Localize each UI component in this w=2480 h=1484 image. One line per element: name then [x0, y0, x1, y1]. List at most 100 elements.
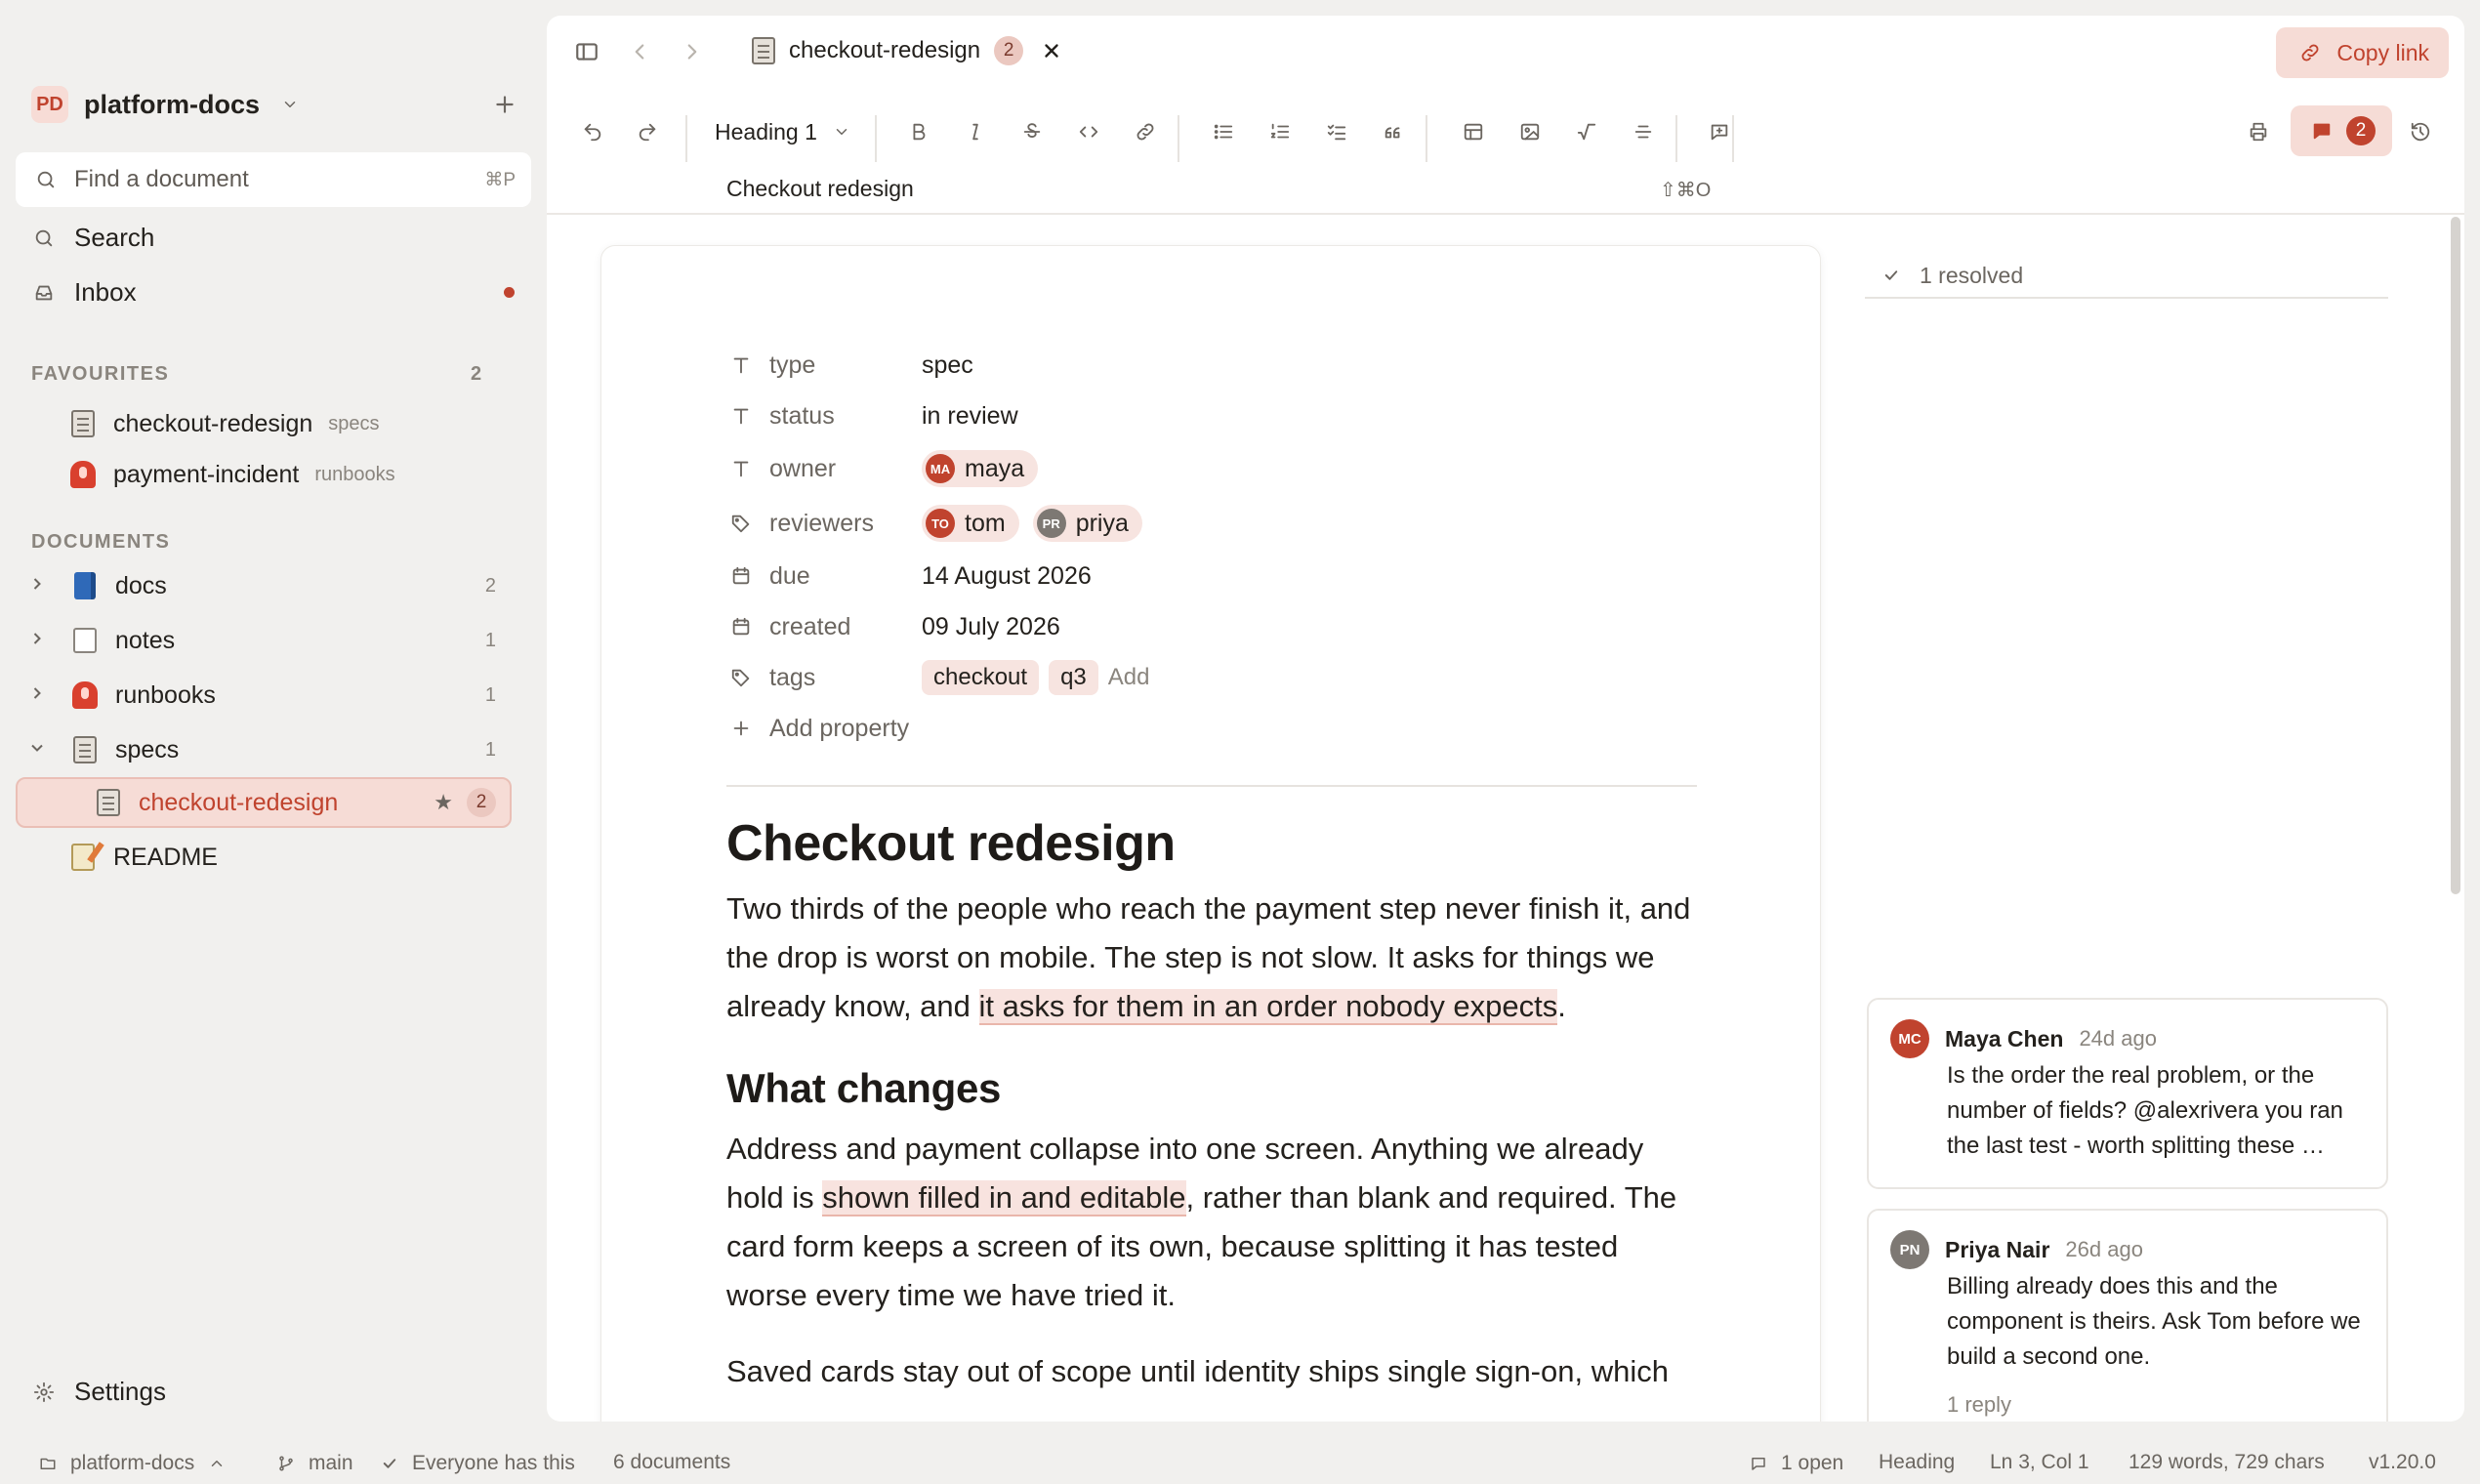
undo-icon[interactable] [570, 109, 615, 154]
favourites-heading: FAVOURITES [31, 363, 170, 385]
avatar: PR [1036, 509, 1066, 538]
favourite-item-label: payment-incident [113, 460, 300, 488]
commented-highlight[interactable]: shown filled in and editable [822, 1180, 1186, 1216]
comment-author: Maya Chen [1945, 1025, 2064, 1051]
comment-thread[interactable]: PN Priya Nair 26d ago Billing already do… [1867, 1209, 2388, 1422]
document-page: type spec status in review owner MA maya … [601, 246, 1820, 1422]
folder-count: 1 [484, 629, 496, 651]
tab-checkout-redesign[interactable]: checkout-redesign 2 [738, 25, 1080, 76]
spec-doc-icon [752, 37, 775, 64]
tag-icon [726, 663, 756, 692]
toolbar-divider [1178, 115, 1179, 162]
comments-toggle-button[interactable]: 2 [2291, 105, 2392, 156]
numbered-list-icon[interactable] [1258, 109, 1302, 154]
nav-inbox[interactable]: Inbox [29, 277, 137, 308]
search-icon [29, 224, 59, 253]
back-arrow-icon[interactable] [625, 37, 654, 66]
siren-icon [68, 460, 98, 489]
property-key: reviewers [769, 509, 874, 537]
folder-specs[interactable]: specs 1 [16, 724, 512, 775]
person-chip[interactable]: TO tom [922, 505, 1019, 542]
property-row-owner[interactable]: owner MA maya [726, 447, 1697, 490]
document-body[interactable]: Checkout redesign Two thirds of the peop… [726, 812, 1703, 1396]
status-cursor-position: Ln 3, Col 1 [1990, 1451, 2089, 1473]
favourite-item[interactable]: checkout-redesign specs [16, 398, 512, 449]
new-document-plus-icon[interactable] [490, 90, 519, 119]
settings-button[interactable]: Settings [29, 1377, 166, 1407]
add-tag-button[interactable]: Add [1108, 664, 1150, 691]
find-document-input[interactable]: Find a document ⌘P [16, 152, 531, 207]
memo-icon [68, 843, 98, 872]
star-icon[interactable]: ★ [434, 790, 453, 815]
copy-link-button[interactable]: Copy link [2276, 27, 2449, 78]
scrollbar[interactable] [2451, 217, 2460, 894]
redo-icon[interactable] [625, 109, 670, 154]
text-type-icon [726, 401, 756, 431]
bold-icon[interactable] [896, 109, 941, 154]
print-icon[interactable] [2236, 109, 2281, 154]
property-row-due[interactable]: due 14 August 2026 [726, 555, 1697, 598]
breadcrumb-title[interactable]: Checkout redesign [726, 176, 914, 202]
status-share[interactable]: Everyone has this [375, 1449, 575, 1478]
bullet-list-icon[interactable] [1201, 109, 1246, 154]
status-document-count: 6 documents [613, 1451, 731, 1473]
checklist-icon[interactable] [1314, 109, 1359, 154]
toggle-sidebar-icon[interactable] [572, 37, 601, 66]
strikethrough-icon[interactable] [1010, 109, 1054, 154]
heading-select[interactable]: Heading 1 [715, 109, 856, 154]
favourite-item[interactable]: payment-incident runbooks [16, 449, 512, 500]
nav-search[interactable]: Search [29, 223, 154, 253]
close-icon[interactable] [1037, 36, 1066, 65]
add-comment-icon[interactable] [1697, 109, 1742, 154]
link-icon[interactable] [1123, 109, 1168, 154]
property-value: 14 August 2026 [922, 561, 1092, 590]
tag-chip[interactable]: q3 [1049, 660, 1098, 695]
status-workspace[interactable]: platform-docs [33, 1449, 231, 1478]
property-row-status[interactable]: status in review [726, 394, 1697, 437]
tag-chip[interactable]: checkout [922, 660, 1040, 695]
document-checkout-redesign-active[interactable]: checkout-redesign ★ 2 [16, 777, 512, 828]
image-icon[interactable] [1508, 109, 1552, 154]
quote-icon[interactable] [1371, 109, 1416, 154]
table-icon[interactable] [1451, 109, 1496, 154]
person-chip[interactable]: PR priya [1032, 505, 1142, 542]
plus-icon [726, 714, 756, 743]
property-value: 09 July 2026 [922, 612, 1060, 640]
documents-heading: DOCUMENTS [31, 531, 171, 553]
comment-time: 26d ago [2065, 1237, 2143, 1261]
code-icon[interactable] [1066, 109, 1111, 154]
document-readme[interactable]: README [16, 832, 512, 883]
folder-docs[interactable]: docs 2 [16, 560, 512, 611]
property-row-created[interactable]: created 09 July 2026 [726, 605, 1697, 648]
property-row-reviewers[interactable]: reviewers TO tom PR priya [726, 502, 1697, 545]
folder-runbooks[interactable]: runbooks 1 [16, 670, 512, 721]
math-icon[interactable] [1564, 109, 1609, 154]
forward-arrow-icon[interactable] [678, 37, 707, 66]
property-row-type[interactable]: type spec [726, 344, 1697, 387]
resolved-comments-toggle[interactable]: 1 resolved [1865, 254, 2388, 299]
workspace-switcher[interactable]: PD platform-docs [31, 86, 305, 123]
add-property-button[interactable]: Add property [726, 707, 1697, 750]
favourite-item-folder: runbooks [314, 463, 395, 485]
status-workspace-label: platform-docs [70, 1452, 195, 1474]
history-icon[interactable] [2398, 109, 2443, 154]
comment-thread[interactable]: MC Maya Chen 24d ago Is the order the re… [1867, 998, 2388, 1189]
status-branch[interactable]: main [271, 1449, 353, 1478]
git-branch-icon [271, 1449, 301, 1478]
property-row-tags[interactable]: tags checkout q3 Add [726, 656, 1697, 699]
avatar: MC [1890, 1019, 1929, 1058]
italic-icon[interactable] [953, 109, 998, 154]
reply-count-link[interactable]: 1 reply [1947, 1392, 2011, 1418]
status-open-comments[interactable]: 1 open [1744, 1449, 1843, 1478]
person-chip[interactable]: MA maya [922, 450, 1039, 487]
commented-highlight[interactable]: it asks for them in an order nobody expe… [978, 989, 1558, 1025]
nav-search-label: Search [74, 223, 155, 252]
status-share-label: Everyone has this [412, 1452, 575, 1474]
check-icon [1877, 261, 1906, 290]
folder-notes[interactable]: notes 1 [16, 615, 512, 666]
divider-line-icon[interactable] [1621, 109, 1666, 154]
folder-label: notes [115, 626, 176, 654]
folder-count: 1 [484, 683, 496, 706]
calendar-icon [726, 561, 756, 591]
chevron-down-icon [275, 90, 305, 119]
